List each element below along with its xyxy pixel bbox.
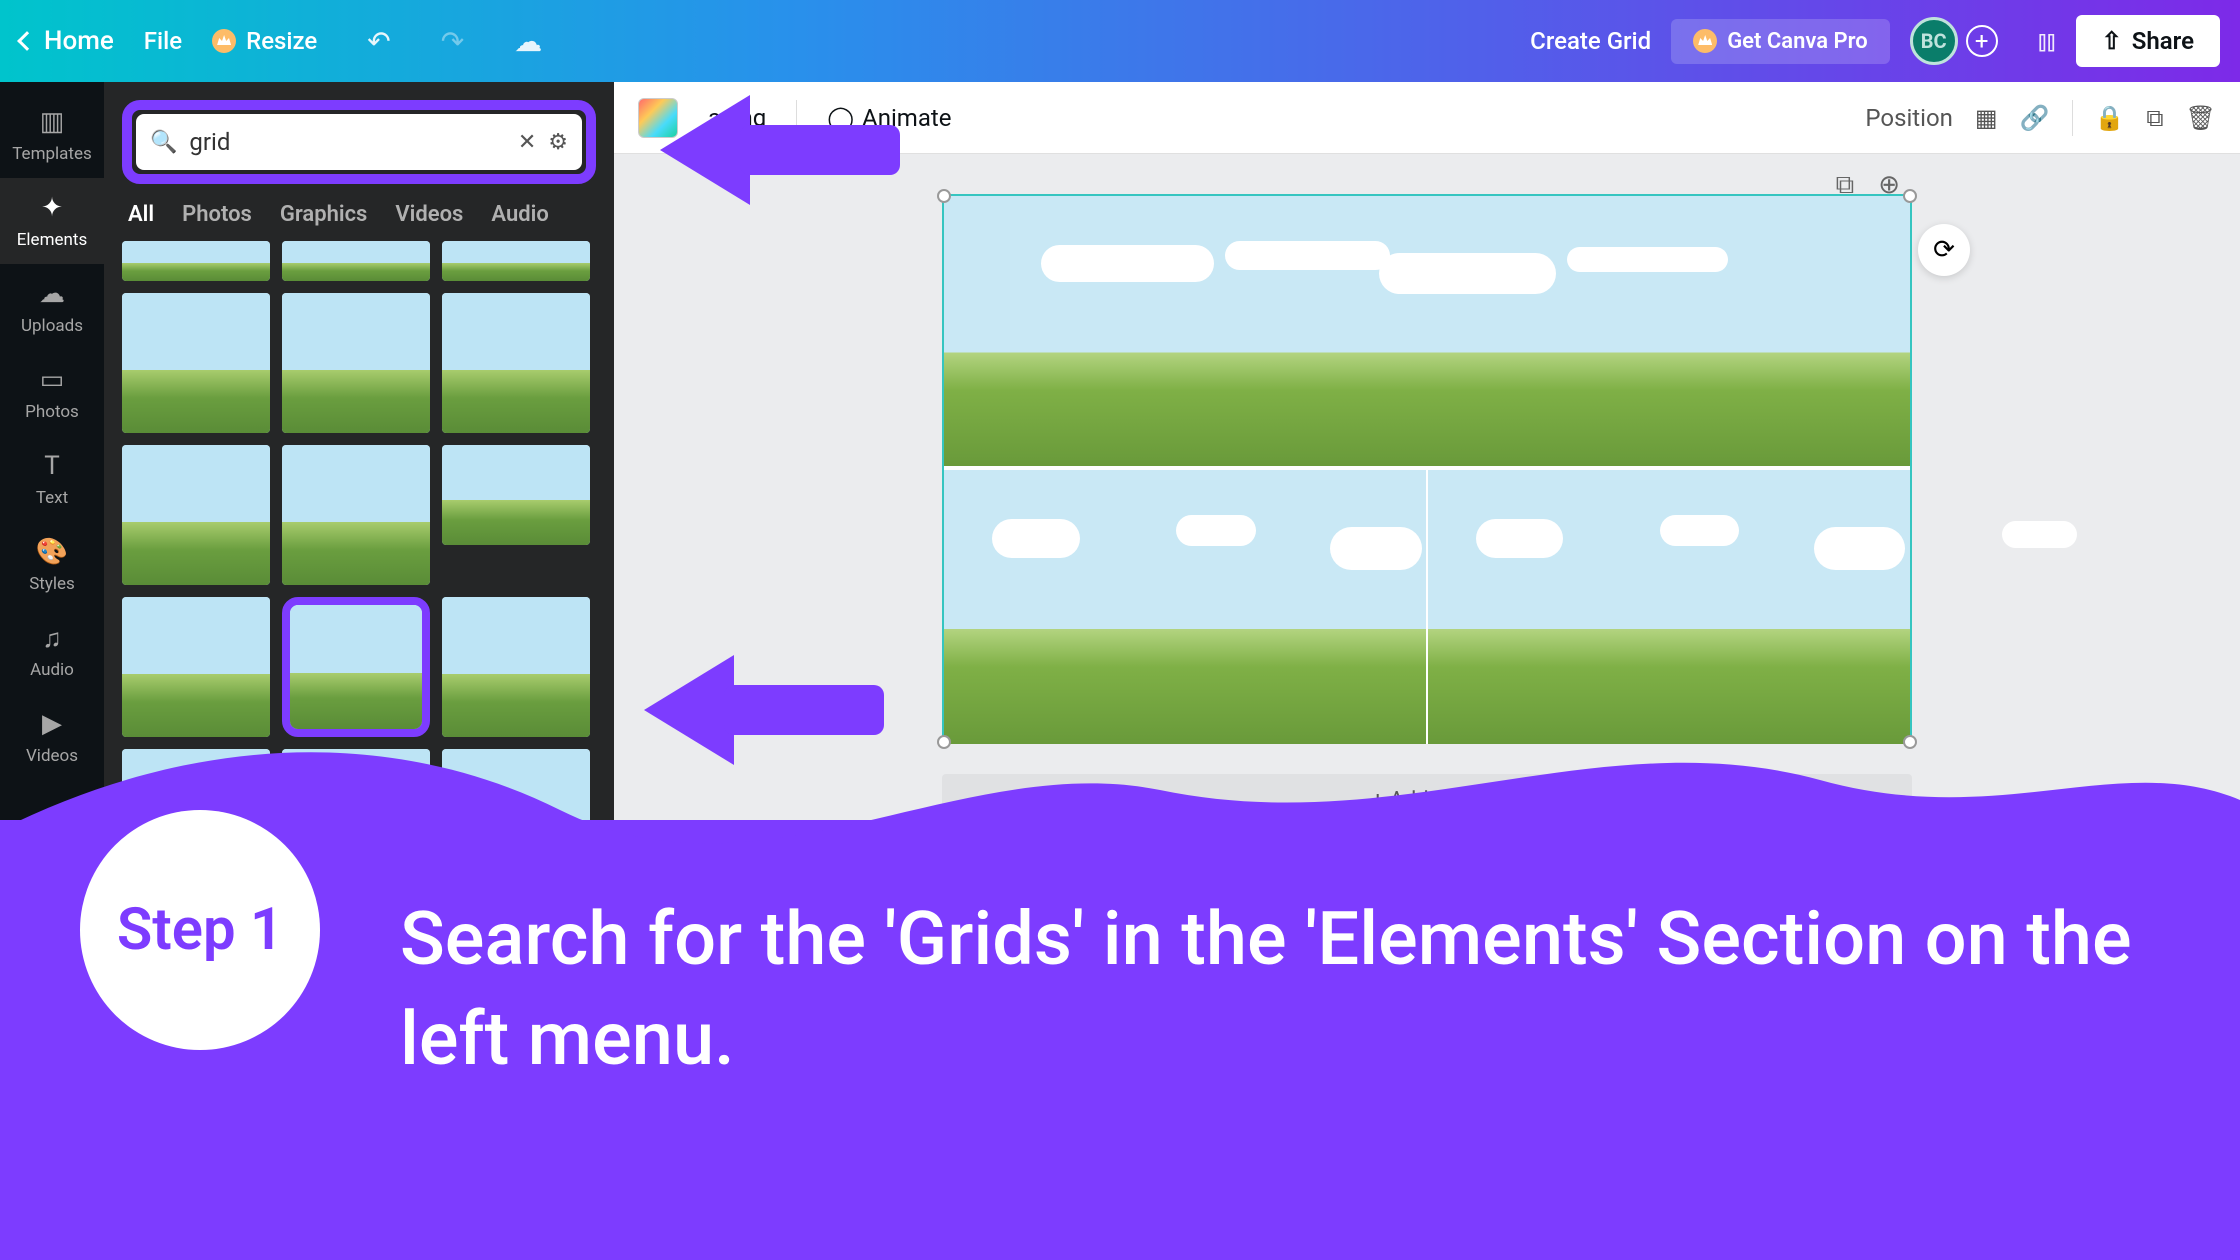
insights-icon[interactable]: ⫾⫾ [2038,24,2056,58]
grid-thumb[interactable] [122,445,270,585]
grid-cell-bottom-left[interactable] [944,470,1428,744]
rail-elements[interactable]: ✦ Elements [0,178,104,264]
selection-handle[interactable] [937,189,951,203]
crown-icon [212,29,236,53]
transparency-icon[interactable]: ▦ [1975,104,1998,132]
user-avatar[interactable]: BC [1910,17,1958,65]
link-icon[interactable]: 🔗 [2020,104,2050,132]
grid-thumb[interactable] [442,241,590,281]
grid-thumb[interactable] [282,293,430,433]
text-icon: T [36,450,68,482]
divider [2072,100,2073,136]
file-menu[interactable]: File [144,27,182,55]
chevron-left-icon [17,31,37,51]
grid-cell-bottom-right[interactable] [1426,470,1910,744]
tab-all[interactable]: All [128,202,154,227]
canvas-viewport[interactable]: ⧉ ⊕ ⟳ [614,154,2240,744]
grid-thumb[interactable] [442,293,590,433]
grid-thumb[interactable] [122,293,270,433]
share-button[interactable]: ⇧ Share [2076,15,2220,67]
step-badge: Step 1 [80,810,320,1050]
annotation-arrow [660,105,900,195]
tab-photos[interactable]: Photos [182,202,252,227]
rail-audio[interactable]: ♫ Audio [0,608,104,694]
home-button[interactable]: Home [20,26,114,56]
audio-icon: ♫ [36,622,68,654]
upload-icon: ⇧ [2102,27,2122,55]
redo-icon[interactable]: ↷ [441,25,464,58]
position-button[interactable]: Position [1865,104,1953,132]
rail-uploads[interactable]: ☁ Uploads [0,264,104,350]
tab-audio[interactable]: Audio [491,202,548,227]
uploads-icon: ☁ [36,278,68,310]
search-input[interactable] [189,128,505,156]
rail-label: Photos [25,402,79,422]
clear-icon[interactable]: ✕ [518,130,536,155]
arrow-head-icon [660,95,750,205]
arrow-body [740,125,900,175]
resize-button[interactable]: Resize [212,27,317,55]
filter-icon[interactable]: ⚙ [548,130,568,155]
rail-label: Uploads [21,316,83,336]
trash-icon[interactable]: 🗑 [2186,104,2216,132]
undo-icon[interactable]: ↶ [367,25,390,58]
topbar-right-group: Create Grid Get Canva Pro BC + ⫾⫾ ⇧ Shar… [1530,15,2220,67]
tab-videos[interactable]: Videos [395,202,463,227]
grid-thumb[interactable] [122,241,270,281]
templates-icon: ▥ [36,106,68,138]
add-member-button[interactable]: + [1966,25,1998,57]
search-box[interactable]: 🔍 ✕ ⚙ [136,114,582,170]
rail-templates[interactable]: ▥ Templates [0,92,104,178]
rail-label: Templates [12,144,92,164]
search-container: 🔍 ✕ ⚙ [104,82,614,202]
resize-label: Resize [246,27,317,55]
wave-shape [0,710,2240,870]
selection-handle[interactable] [1903,189,1917,203]
tutorial-overlay: Step 1 Search for the 'Grids' in the 'El… [0,820,2240,1260]
rail-label: Audio [30,660,74,680]
rail-styles[interactable]: 🎨 Styles [0,522,104,608]
crown-icon [1693,29,1717,53]
canvas-page[interactable]: ⟳ [942,194,1912,744]
rail-photos[interactable]: ▭ Photos [0,350,104,436]
get-pro-button[interactable]: Get Canva Pro [1671,19,1890,64]
search-highlight-annotation: 🔍 ✕ ⚙ [122,100,596,184]
result-tabs: All Photos Graphics Videos Audio [104,202,614,241]
lock-icon[interactable]: 🔒 [2095,104,2125,132]
rail-label: Elements [17,230,87,250]
home-label: Home [44,26,114,56]
regenerate-button[interactable]: ⟳ [1918,224,1970,276]
elements-icon: ✦ [36,192,68,224]
grid-cell-top[interactable] [944,196,1910,466]
document-title[interactable]: Create Grid [1530,27,1651,55]
grid-thumb[interactable] [282,241,430,281]
rail-label: Text [36,488,68,508]
topbar-left-group: Home File Resize ↶ ↷ ☁ [20,25,542,58]
photos-icon: ▭ [36,364,68,396]
pro-label: Get Canva Pro [1727,29,1868,54]
share-label: Share [2132,27,2194,55]
tutorial-text: Search for the 'Grids' in the 'Elements'… [400,890,2180,1090]
tab-graphics[interactable]: Graphics [280,202,368,227]
rail-text[interactable]: T Text [0,436,104,522]
cloud-sync-icon[interactable]: ☁ [514,25,542,58]
grid-thumb[interactable] [442,445,590,545]
duplicate-icon[interactable]: ⧉ [2146,104,2163,132]
context-right: Position ▦ 🔗 🔒 ⧉ 🗑 [1865,100,2216,136]
top-menu-bar: Home File Resize ↶ ↷ ☁ Create Grid Get C… [0,0,2240,82]
grid-thumb[interactable] [282,445,430,585]
styles-icon: 🎨 [36,536,68,568]
rail-label: Styles [29,574,75,594]
search-icon: 🔍 [150,130,177,155]
